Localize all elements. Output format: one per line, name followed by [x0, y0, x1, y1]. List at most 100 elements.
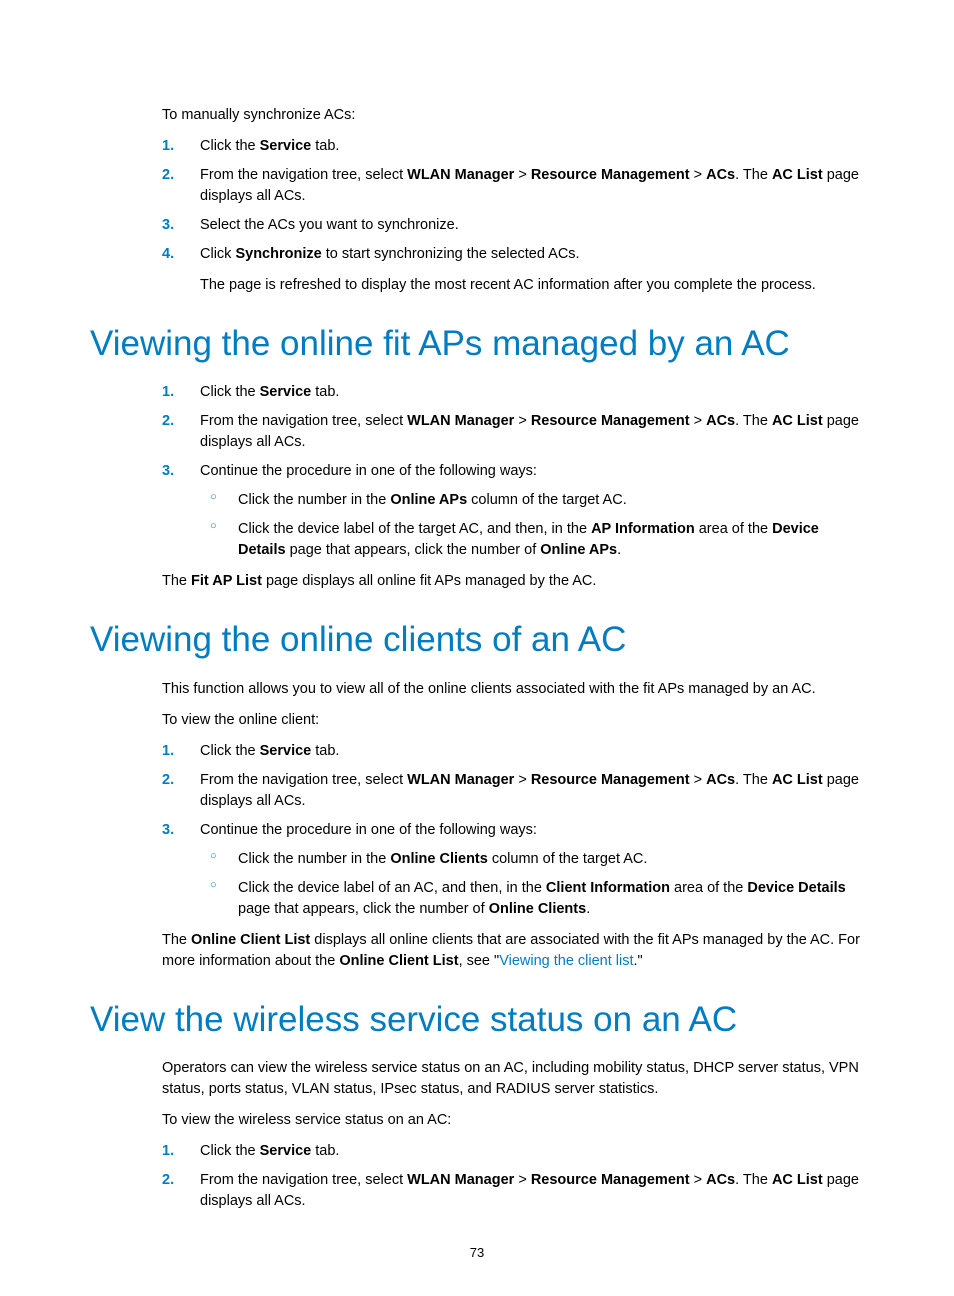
text: > [690, 167, 707, 183]
step-number: 1. [162, 1141, 174, 1162]
bold-text: Client Information [546, 880, 670, 896]
step-number: 3. [162, 820, 174, 841]
list-item: 2. From the navigation tree, select WLAN… [162, 770, 864, 812]
text: Click the [200, 743, 260, 759]
bold-text: Online Client List [339, 953, 458, 969]
ordered-list: 1. Click the Service tab. 2. From the na… [162, 1141, 864, 1212]
step-number: 2. [162, 1170, 174, 1191]
bold-text: ACs [706, 167, 735, 183]
page-number: 73 [0, 1245, 954, 1260]
paragraph: The Online Client List displays all onli… [162, 930, 864, 972]
list-item: 3. Continue the procedure in one of the … [162, 461, 864, 561]
bold-text: Fit AP List [191, 573, 262, 589]
text: Click the number in the [238, 851, 390, 867]
paragraph: This function allows you to view all of … [162, 679, 864, 700]
text: area of the [695, 521, 772, 537]
text: > [690, 772, 707, 788]
list-item: 1. Click the Service tab. [162, 382, 864, 403]
text: area of the [670, 880, 747, 896]
heading-viewing-online-fit-aps: Viewing the online fit APs managed by an… [90, 324, 864, 364]
ordered-list: 1. Click the Service tab. 2. From the na… [162, 382, 864, 561]
text: From the navigation tree, select [200, 413, 407, 429]
list-item: Click the number in the Online APs colum… [210, 490, 864, 511]
bold-text: AC List [772, 772, 823, 788]
heading-view-wireless-service-status: View the wireless service status on an A… [90, 1000, 864, 1040]
paragraph: The Fit AP List page displays all online… [162, 571, 864, 592]
list-item: 2. From the navigation tree, select WLAN… [162, 411, 864, 453]
text: Continue the procedure in one of the fol… [200, 822, 537, 838]
list-item: 2. From the navigation tree, select WLAN… [162, 1170, 864, 1212]
bold-text: Resource Management [531, 413, 690, 429]
text: Click the [200, 384, 260, 400]
text: > [514, 1172, 531, 1188]
text: tab. [311, 743, 339, 759]
section-body: Operators can view the wireless service … [162, 1058, 864, 1212]
paragraph: Operators can view the wireless service … [162, 1058, 864, 1100]
text: Click the number in the [238, 492, 390, 508]
bold-text: Device Details [747, 880, 845, 896]
bold-text: AC List [772, 167, 823, 183]
bold-text: Online Clients [489, 901, 587, 917]
text: , see " [459, 953, 500, 969]
bold-text: Service [260, 743, 312, 759]
text: tab. [311, 384, 339, 400]
bold-text: ACs [706, 413, 735, 429]
list-item: 3. Select the ACs you want to synchroniz… [162, 215, 864, 236]
list-item: 2. From the navigation tree, select WLAN… [162, 165, 864, 207]
text: . The [735, 1172, 772, 1188]
step-number: 2. [162, 165, 174, 186]
bold-text: ACs [706, 1172, 735, 1188]
text: From the navigation tree, select [200, 167, 407, 183]
text: . The [735, 413, 772, 429]
bold-text: Service [260, 384, 312, 400]
bold-text: Service [260, 138, 312, 154]
step-number: 3. [162, 215, 174, 236]
bold-text: AP Information [591, 521, 695, 537]
text: . [617, 542, 621, 558]
step-number: 3. [162, 461, 174, 482]
step-number: 4. [162, 244, 174, 265]
list-item: 3. Continue the procedure in one of the … [162, 820, 864, 920]
text: page that appears, click the number of [238, 901, 489, 917]
sub-list: Click the number in the Online APs colum… [210, 490, 864, 561]
ordered-list: 1. Click the Service tab. 2. From the na… [162, 741, 864, 920]
bold-text: Online Client List [191, 932, 310, 948]
link-viewing-client-list[interactable]: Viewing the client list [499, 953, 633, 969]
bold-text: Online APs [390, 492, 467, 508]
text: page that appears, click the number of [286, 542, 541, 558]
text: > [514, 167, 531, 183]
bold-text: WLAN Manager [407, 413, 514, 429]
bold-text: Resource Management [531, 167, 690, 183]
bold-text: WLAN Manager [407, 1172, 514, 1188]
bold-text: Resource Management [531, 772, 690, 788]
step-number: 1. [162, 136, 174, 157]
bold-text: AC List [772, 1172, 823, 1188]
bold-text: Online Clients [390, 851, 488, 867]
text: > [690, 413, 707, 429]
bold-text: WLAN Manager [407, 167, 514, 183]
document-page: To manually synchronize ACs: 1. Click th… [0, 0, 954, 1296]
bold-text: AC List [772, 413, 823, 429]
list-item: 1. Click the Service tab. [162, 1141, 864, 1162]
text: Click [200, 246, 235, 262]
heading-viewing-online-clients: Viewing the online clients of an AC [90, 620, 864, 660]
list-item: Click the number in the Online Clients c… [210, 849, 864, 870]
section-sync-acs: To manually synchronize ACs: 1. Click th… [162, 105, 864, 296]
text: . The [735, 167, 772, 183]
step-number: 2. [162, 770, 174, 791]
ordered-list: 1. Click the Service tab. 2. From the na… [162, 136, 864, 296]
bold-text: Online APs [540, 542, 617, 558]
paragraph: The page is refreshed to display the mos… [200, 275, 864, 296]
text: The [162, 573, 191, 589]
text: tab. [311, 1143, 339, 1159]
text: Click the device label of an AC, and the… [238, 880, 546, 896]
bold-text: Synchronize [235, 246, 321, 262]
paragraph: To manually synchronize ACs: [162, 105, 864, 126]
text: . The [735, 772, 772, 788]
text: Select the ACs you want to synchronize. [200, 217, 459, 233]
sub-list: Click the number in the Online Clients c… [210, 849, 864, 920]
list-item: 1. Click the Service tab. [162, 136, 864, 157]
text: Click the [200, 138, 260, 154]
text: ." [634, 953, 643, 969]
bold-text: Resource Management [531, 1172, 690, 1188]
